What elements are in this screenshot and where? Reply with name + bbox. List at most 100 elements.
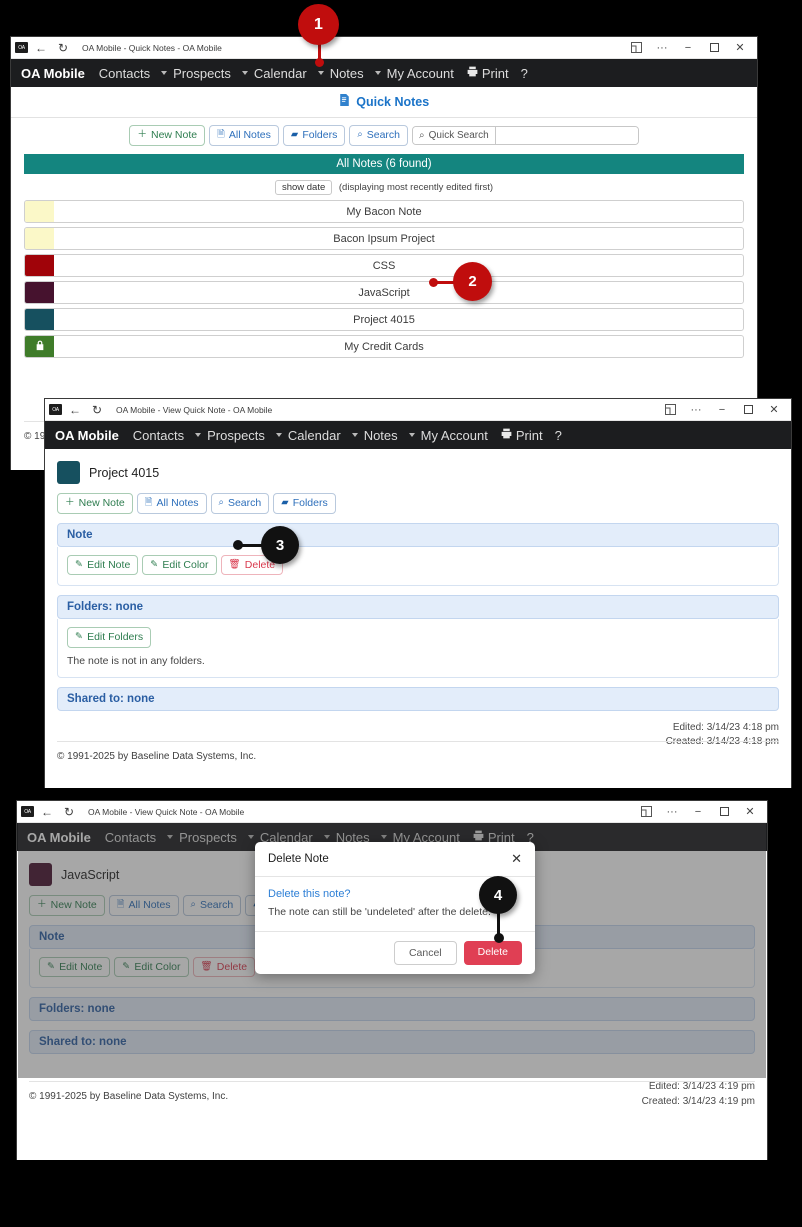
minimize-icon[interactable]: −	[675, 38, 701, 58]
chevron-down-icon[interactable]	[374, 71, 381, 75]
callout-badge: 4	[479, 876, 517, 914]
nav-item-notes[interactable]: Notes	[364, 428, 398, 443]
chevron-down-icon[interactable]	[351, 433, 358, 437]
nav-item-calendar[interactable]: Calendar	[288, 428, 341, 443]
maximize-icon[interactable]	[711, 802, 737, 822]
notes-toolbar: ＋ New Note 🗎 All Notes ▰ Folders ⌕ Search ⌕ Q…	[11, 118, 757, 151]
split-icon[interactable]	[623, 38, 649, 58]
footer: © 1991-2025 by Baseline Data Systems, In…	[57, 741, 779, 762]
back-arrow-icon[interactable]: ←	[30, 39, 52, 57]
nav-item-help[interactable]: ?	[521, 66, 528, 81]
table-row[interactable]: Project 4015	[24, 308, 744, 331]
cancel-button[interactable]: Cancel	[393, 941, 457, 965]
note-title: Bacon Ipsum Project	[333, 232, 435, 245]
callout-number: 4	[493, 886, 503, 904]
callout-anchor-dot	[429, 278, 438, 287]
nav-item-prospects[interactable]: Prospects	[173, 66, 231, 81]
callout-4: 4	[468, 876, 538, 947]
lock-icon	[35, 338, 45, 356]
show-date-button[interactable]: show date	[274, 179, 333, 195]
chevron-down-icon[interactable]	[408, 433, 415, 437]
edit-folders-button[interactable]: ✎ Edit Folders	[67, 627, 152, 648]
more-icon[interactable]: ···	[659, 802, 685, 822]
note-color-swatch	[25, 255, 54, 276]
note-color-swatch	[25, 309, 54, 330]
maximize-icon[interactable]	[735, 400, 761, 420]
edit-note-button[interactable]: ✎ Edit Note	[67, 554, 139, 575]
quick-search-group: ⌕ Quick Search	[412, 125, 639, 145]
close-icon[interactable]: ✕	[761, 400, 787, 420]
all-notes-button[interactable]: 🗎 All Notes	[136, 493, 207, 514]
table-row[interactable]: CSS	[24, 254, 744, 277]
nav-item-my-account[interactable]: My Account	[387, 66, 454, 81]
chevron-down-icon[interactable]	[241, 71, 248, 75]
back-arrow-icon[interactable]: ←	[36, 803, 58, 821]
maximize-icon[interactable]	[701, 38, 727, 58]
callout-anchor-dot	[233, 540, 243, 550]
folders-button[interactable]: ▰Folders	[282, 125, 346, 146]
table-row[interactable]: My Bacon Note	[24, 200, 744, 223]
pencil-icon: ✎	[75, 631, 84, 643]
nav-item-help[interactable]: ?	[555, 428, 562, 443]
titlebar: OA ← ↻ OA Mobile - Quick Notes - OA Mobi…	[11, 37, 757, 59]
window-title: OA Mobile - View Quick Note - OA Mobile	[88, 806, 245, 817]
table-row[interactable]: Bacon Ipsum Project	[24, 227, 744, 250]
split-icon[interactable]	[633, 802, 659, 822]
document-icon: 🗎	[217, 129, 225, 141]
notes-list: My Bacon Note Bacon Ipsum Project CSS Ja…	[11, 200, 757, 358]
note-color-swatch	[57, 461, 80, 484]
callout-number: 1	[314, 15, 323, 33]
all-notes-button[interactable]: 🗎 All Notes	[209, 125, 279, 146]
edit-color-button[interactable]: ✎ Edit Color	[142, 554, 217, 575]
back-arrow-icon[interactable]: ←	[64, 401, 86, 419]
note-title: CSS	[372, 259, 396, 272]
callout-badge: 1	[298, 4, 339, 45]
table-row[interactable]: JavaScript	[24, 281, 744, 304]
callout-badge: 2	[453, 262, 492, 301]
nav-item-print[interactable]: Print	[500, 427, 543, 443]
quick-search-input[interactable]	[495, 126, 638, 144]
refresh-icon[interactable]: ↻	[86, 401, 108, 419]
new-note-button[interactable]: ＋ New Note	[129, 125, 206, 146]
chevron-down-icon[interactable]	[275, 433, 282, 437]
callout-number: 3	[275, 536, 285, 554]
folders-panel-heading: Folders: none	[57, 595, 779, 619]
close-icon[interactable]: ✕	[511, 851, 522, 867]
nav-item-contacts[interactable]: Contacts	[133, 428, 184, 443]
note-page-icon	[339, 94, 353, 109]
close-icon[interactable]: ✕	[727, 38, 753, 58]
brand-logo[interactable]: OA Mobile	[21, 66, 85, 81]
nav-item-prospects[interactable]: Prospects	[207, 428, 265, 443]
split-icon[interactable]	[657, 400, 683, 420]
minimize-icon[interactable]: −	[709, 400, 735, 420]
folders-panel-body: ✎ Edit Folders The note is not in any fol…	[57, 619, 779, 678]
note-title: JavaScript	[358, 286, 410, 299]
dialog-title: Delete Note	[268, 853, 329, 865]
search-button[interactable]: ⌕ Search	[210, 493, 270, 514]
callout-badge: 3	[261, 526, 299, 564]
folders-button[interactable]: ▰Folders	[273, 493, 336, 514]
minimize-icon[interactable]: −	[685, 802, 711, 822]
more-icon[interactable]: ···	[649, 38, 675, 58]
nav-item-print[interactable]: Print	[466, 65, 509, 81]
chevron-down-icon[interactable]	[195, 433, 202, 437]
window-title: OA Mobile - Quick Notes - OA Mobile	[82, 42, 222, 53]
refresh-icon[interactable]: ↻	[58, 803, 80, 821]
sort-info-row: show date (displaying most recently edit…	[11, 174, 757, 201]
refresh-icon[interactable]: ↻	[52, 39, 74, 57]
table-row[interactable]: My Credit Cards	[24, 335, 744, 358]
app-icon: OA	[49, 404, 62, 415]
search-button[interactable]: ⌕ Search	[349, 125, 409, 146]
printer-icon	[466, 65, 479, 81]
window-title: OA Mobile - View Quick Note - OA Mobile	[116, 404, 273, 415]
close-icon[interactable]: ✕	[737, 802, 763, 822]
chevron-down-icon[interactable]	[161, 71, 168, 75]
callout-anchor-dot	[494, 933, 504, 943]
brand-logo[interactable]: OA Mobile	[55, 428, 119, 443]
note-title: Project 4015	[353, 313, 415, 326]
app-icon: OA	[21, 806, 34, 817]
nav-item-my-account[interactable]: My Account	[421, 428, 488, 443]
more-icon[interactable]: ···	[683, 400, 709, 420]
new-note-button[interactable]: ＋ New Note	[57, 493, 133, 514]
nav-item-contacts[interactable]: Contacts	[99, 66, 150, 81]
